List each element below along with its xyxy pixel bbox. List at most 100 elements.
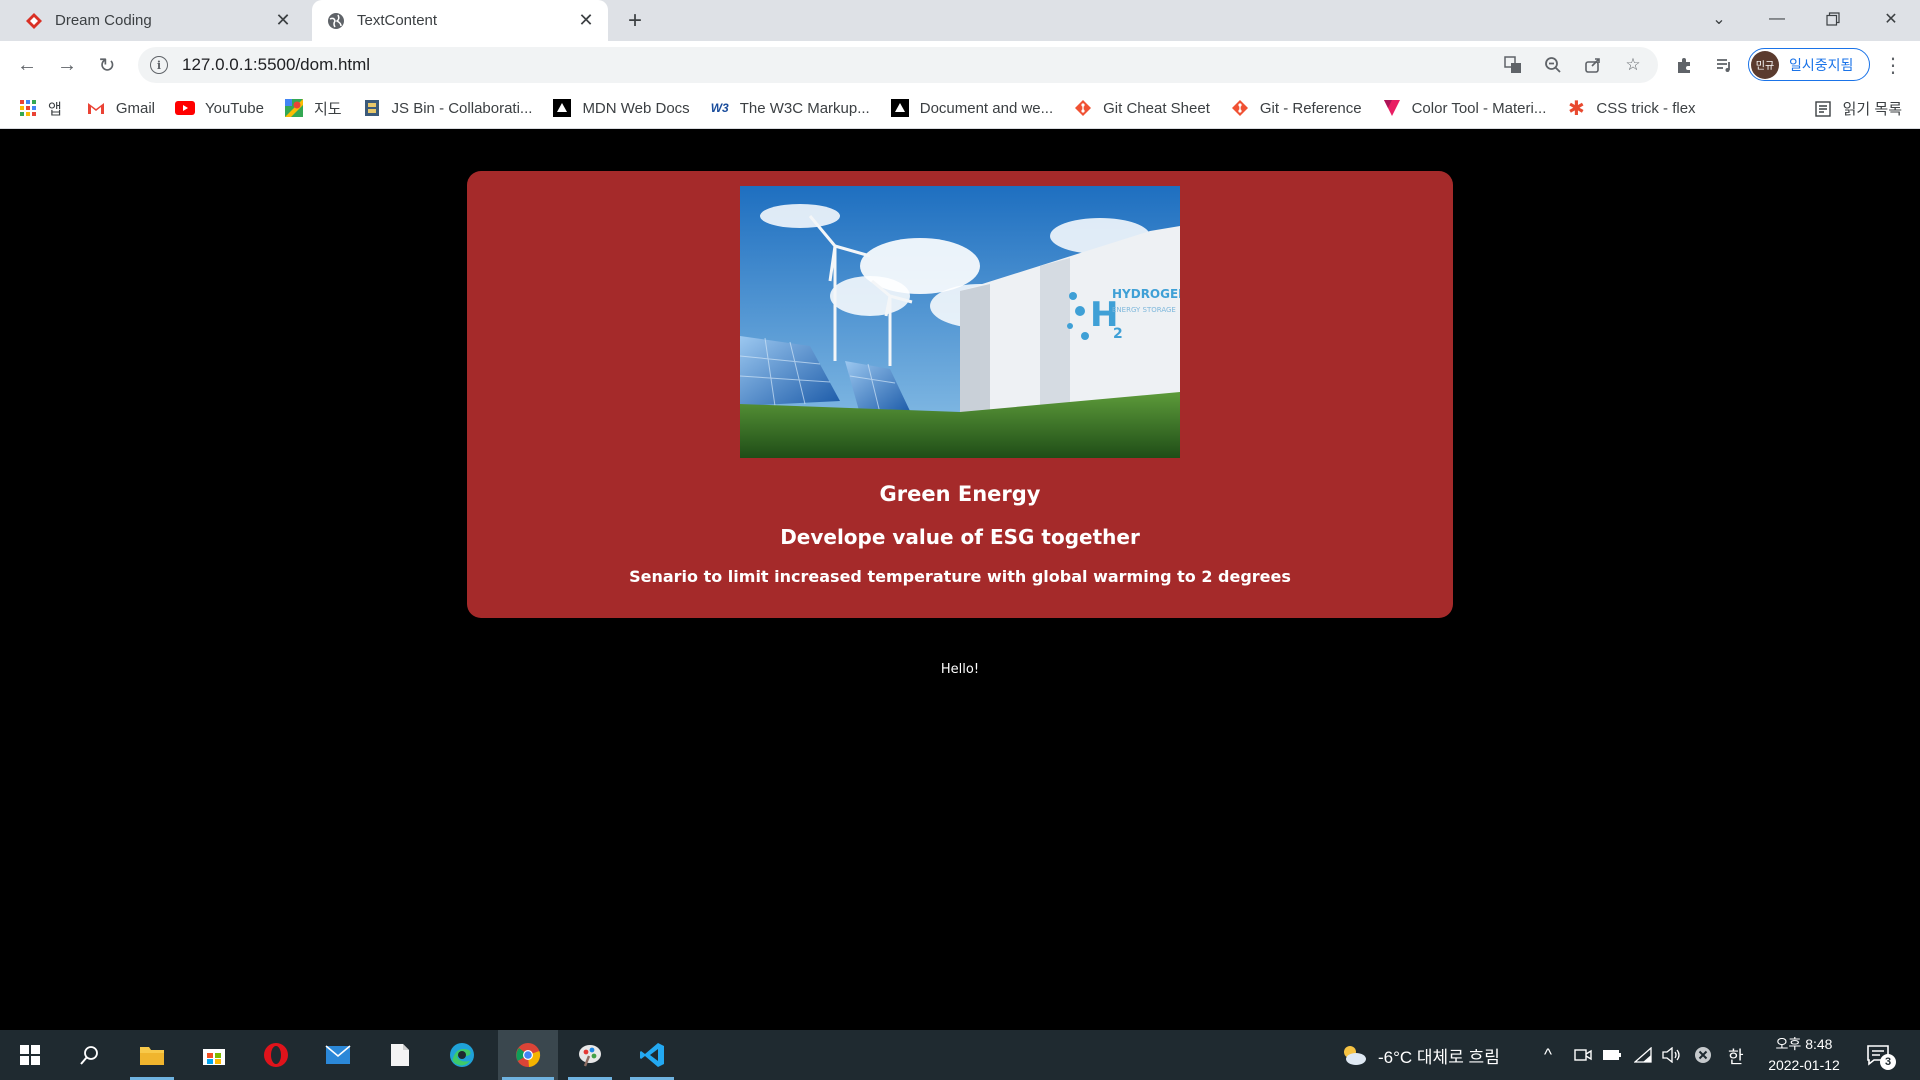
mdn-icon [552,98,572,118]
battery-icon[interactable] [1602,1030,1622,1080]
bookmark-git-cheat-sheet[interactable]: Git Cheat Sheet [1073,98,1210,118]
bookmark-star-icon[interactable]: ☆ [1618,50,1648,80]
disconnected-icon[interactable] [1694,1030,1712,1080]
page-viewport: H 2 HYDROGEN ENERGY STORAGE Green Energy… [0,129,1920,1029]
notepad-icon[interactable] [374,1030,426,1080]
bookmark-mdn[interactable]: MDN Web Docs [552,98,690,118]
bookmark-document[interactable]: Document and we... [890,98,1053,118]
card-subtitle: Develope value of ESG together [780,525,1140,549]
card-title: Green Energy [879,482,1041,506]
minimize-button[interactable]: — [1750,0,1804,38]
bookmark-label: JS Bin - Collaborati... [391,99,533,117]
svg-text:2: 2 [1113,326,1123,342]
material-color-icon [1382,98,1402,118]
bookmark-label: Gmail [115,99,155,117]
bookmark-css-trick[interactable]: ✱ CSS trick - flex [1566,97,1696,120]
reading-list-icon [1813,99,1833,119]
vscode-icon[interactable] [626,1030,678,1080]
tab-close-icon[interactable]: ✕ [273,10,293,31]
w3c-icon: W3 [710,101,729,115]
site-info-icon[interactable]: i [150,56,168,74]
start-button[interactable] [4,1030,56,1080]
globe-icon [327,12,345,30]
cloudy-weather-icon [1340,1044,1368,1066]
bookmark-jsbin[interactable]: JS Bin - Collaborati... [362,98,533,118]
clock-time: 오후 8:48 [1775,1036,1833,1052]
bookmark-label: YouTube [204,99,264,117]
zoom-out-icon[interactable] [1538,50,1568,80]
weather-text: -6°C 대체로 흐림 [1378,1047,1500,1067]
hydrogen-label: HYDROGEN [1112,287,1180,301]
microsoft-store-icon[interactable] [188,1030,240,1080]
card-description: Senario to limit increased temperature w… [629,567,1291,586]
share-icon[interactable] [1578,50,1608,80]
git-icon [1230,98,1250,118]
bookmark-label: MDN Web Docs [582,99,690,117]
taskbar-clock[interactable]: 오후 8:48 2022-01-12 [1760,1034,1848,1076]
meet-now-icon[interactable] [1574,1030,1592,1080]
edge-icon[interactable] [436,1030,488,1080]
url-text: 127.0.0.1:5500/dom.html [182,55,371,74]
jsbin-icon [362,98,382,118]
energy-storage-label: ENERGY STORAGE [1112,306,1176,314]
chrome-icon[interactable] [498,1030,558,1080]
address-bar[interactable]: i 127.0.0.1:5500/dom.html [138,47,1658,83]
bookmark-label: Git - Reference [1259,99,1362,117]
reload-button[interactable]: ↻ [92,50,122,80]
hydrogen-energy-image: H 2 HYDROGEN ENERGY STORAGE [740,186,1180,458]
paint-icon[interactable] [564,1030,616,1080]
apps-grid-icon [18,98,38,118]
css-tricks-icon: ✱ [1567,97,1585,120]
show-hidden-icons-chevron-icon[interactable]: ^ [1544,1030,1552,1080]
hello-text: Hello! [940,662,980,677]
volume-icon[interactable] [1662,1030,1682,1080]
bookmark-color-tool[interactable]: Color Tool - Materi... [1382,98,1547,118]
bookmark-youtube[interactable]: YouTube [174,98,264,118]
bookmark-label: The W3C Markup... [739,99,870,117]
bookmark-label: Git Cheat Sheet [1103,99,1210,117]
bookmark-gmail[interactable]: Gmail [86,98,155,118]
clock-date: 2022-01-12 [1768,1057,1840,1073]
dream-coding-favicon-icon [25,12,43,30]
opera-icon[interactable] [250,1030,302,1080]
avatar: 민규 [1751,50,1779,79]
notification-icon: 3 [1866,1044,1896,1070]
tab-textcontent[interactable]: TextContent ✕ [312,0,608,41]
extensions-icon[interactable] [1669,50,1699,80]
bookmark-label: 앱 [48,100,62,118]
profile-status: 일시중지됨 [1789,56,1854,73]
tab-label: TextContent [357,12,438,29]
bookmark-label: CSS trick - flex [1596,99,1696,117]
bookmark-apps[interactable]: 앱 [18,98,62,119]
tab-label: Dream Coding [55,12,152,29]
tab-dream-coding[interactable]: Dream Coding ✕ [10,0,305,41]
profile-button[interactable]: 민규 일시중지됨 [1748,48,1870,81]
bookmark-w3c[interactable]: W3 The W3C Markup... [710,98,870,118]
restore-button[interactable] [1806,0,1860,38]
bookmarks-bar: 앱 Gmail YouTube 지도 JS Bin - Collaborati.… [0,88,1920,129]
notification-count-badge: 3 [1880,1054,1896,1070]
tab-close-icon[interactable]: ✕ [576,10,596,31]
bookmark-maps[interactable]: 지도 [284,98,342,119]
tab-search-chevron-icon[interactable]: ⌄ [1692,0,1746,38]
file-explorer-icon[interactable] [126,1030,178,1080]
search-icon[interactable] [64,1030,116,1080]
gmail-icon [86,98,106,118]
notification-center-button[interactable]: 3 [1866,1030,1896,1080]
new-tab-button[interactable]: + [622,7,648,34]
reading-list-button[interactable]: 읽기 목록 [1813,88,1902,129]
translate-icon[interactable] [1498,50,1528,80]
more-menu-icon[interactable]: ⋮ [1878,50,1908,80]
ime-indicator[interactable]: 한 [1728,1030,1744,1080]
close-window-button[interactable]: ✕ [1864,0,1918,38]
mail-icon[interactable] [312,1030,364,1080]
tab-strip: Dream Coding ✕ TextContent ✕ + ⌄ — ✕ [0,0,1920,41]
wifi-icon[interactable] [1634,1030,1652,1080]
media-control-icon[interactable] [1709,50,1739,80]
weather-widget[interactable]: -6°C 대체로 흐림 [1340,1030,1500,1080]
youtube-icon [174,98,195,118]
bookmark-label: Color Tool - Materi... [1411,99,1547,117]
back-button[interactable]: ← [12,50,42,80]
bookmark-git-reference[interactable]: Git - Reference [1230,98,1362,118]
forward-button[interactable]: → [52,50,82,80]
